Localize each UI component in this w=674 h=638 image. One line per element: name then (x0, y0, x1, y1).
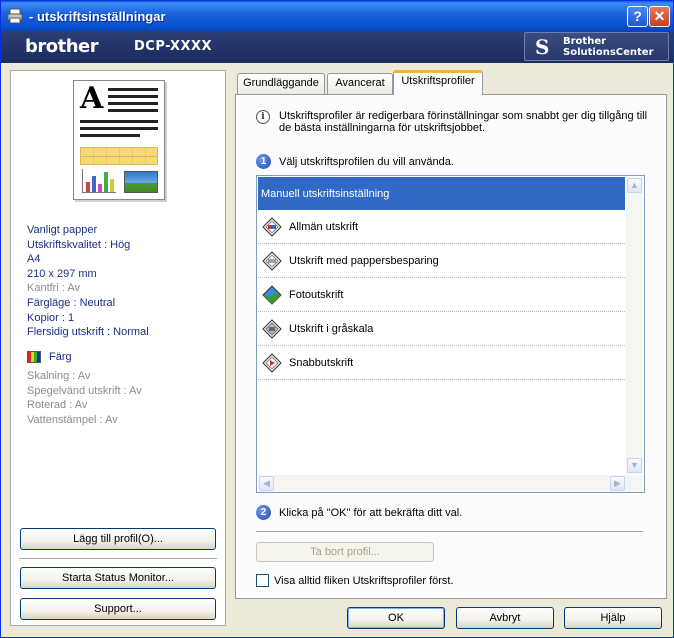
summary-item: Kantfri : Av (27, 282, 80, 295)
tab-print-profiles[interactable]: Utskriftsprofiler (393, 70, 483, 95)
photo-print-icon (262, 285, 282, 305)
solutions-center-button[interactable]: S Brother SolutionsCenter (524, 32, 669, 61)
preview-chart-bar (86, 182, 90, 192)
summary-item: Skalning : Av (27, 370, 91, 382)
page-preview-image: A (73, 80, 165, 200)
step-2-text: Klicka på "OK" för att bekräfta ditt val… (279, 507, 463, 519)
tab-basic[interactable]: Grundläggande (237, 73, 325, 94)
print-profiles-pane: i Utskriftsprofiler är redigerbara förin… (235, 94, 667, 599)
preview-text-line (80, 120, 158, 123)
solutions-center-line1: Brother (563, 36, 607, 47)
list-item-label: Allmän utskrift (289, 221, 359, 233)
list-item[interactable]: Utskrift i gråskala (258, 313, 625, 346)
horizontal-scrollbar[interactable]: ◀ ▶ (258, 475, 643, 492)
settings-summary-panel: A Vanligt papper Utskriftskvalitet : Hög… (10, 70, 226, 626)
list-item-label: Snabbutskrift (289, 357, 354, 369)
color-icon (27, 351, 41, 363)
list-item-label: Utskrift med pappersbesparing (289, 255, 439, 267)
printer-icon (7, 8, 23, 24)
summary-item: A4 (27, 253, 41, 266)
help-title-button[interactable]: ? (627, 6, 648, 27)
list-item-label: Utskrift i gråskala (289, 323, 374, 335)
model-name: DCP-XXXX (134, 39, 213, 54)
vertical-scrollbar[interactable]: ▲ ▼ (626, 177, 643, 474)
quick-print-icon (262, 353, 282, 373)
info-icon: i (256, 110, 270, 124)
preview-chart-bar (92, 176, 96, 192)
step-1-icon: 1 (256, 154, 271, 169)
summary-item: Spegelvänd utskrift : Av (27, 384, 142, 397)
preview-text-line (108, 88, 158, 91)
support-button[interactable]: Support... (20, 598, 216, 620)
preview-text-line (80, 134, 140, 137)
summary-item: Utskriftskvalitet : Hög (27, 238, 131, 251)
cancel-button[interactable]: Avbryt (456, 607, 554, 629)
scroll-right-icon[interactable]: ▶ (610, 476, 625, 491)
status-monitor-button[interactable]: Starta Status Monitor... (20, 567, 216, 589)
solutions-center-label: Brother SolutionsCenter (563, 36, 654, 58)
profile-list[interactable]: Manuell utskriftsinställning Allmän utsk… (256, 175, 645, 493)
summary-item: Roterad : Av (27, 399, 88, 412)
preview-chart (82, 169, 116, 193)
step-2-icon: 2 (256, 505, 271, 520)
summary-active-list: Vanligt papper Utskriftskvalitet : Hög A… (27, 223, 149, 340)
summary-item: Flersidig utskrift : Normal (27, 326, 149, 339)
scroll-down-icon[interactable]: ▼ (627, 458, 642, 473)
always-show-profiles-label[interactable]: Visa alltid fliken Utskriftsprofiler för… (274, 575, 454, 587)
preview-photo (124, 171, 158, 193)
profiles-description: Utskriftsprofiler är redigerbara förinst… (279, 110, 648, 134)
brand-bar: brother DCP-XXXX S Brother SolutionsCent… (1, 31, 673, 63)
always-show-profiles-checkbox[interactable] (256, 574, 269, 587)
preview-text-line (80, 127, 158, 130)
summary-item: 210 x 297 mm (27, 267, 97, 280)
delete-profile-button[interactable]: Ta bort profil... (256, 542, 434, 562)
preview-table-rule (80, 156, 158, 157)
color-mode-row: Färg (27, 351, 72, 363)
preview-chart-bar (98, 184, 102, 192)
title-bar[interactable]: - utskriftsinställningar ? ✕ (1, 1, 673, 31)
summary-item: Färgläge : Neutral (27, 296, 116, 309)
summary-item: Vattenstämpel : Av (27, 413, 118, 426)
grayscale-print-icon (262, 319, 282, 339)
summary-item: Vanligt papper (27, 224, 98, 236)
summary-inactive-list: Skalning : Av Spegelvänd utskrift : Av R… (27, 369, 142, 427)
solutions-center-line2: SolutionsCenter (563, 47, 654, 58)
general-print-icon (262, 217, 282, 237)
list-item-label: Fotoutskrift (289, 289, 344, 301)
scroll-up-icon[interactable]: ▲ (627, 178, 642, 193)
preview-letter: A (80, 81, 104, 116)
window-title: - utskriftsinställningar (29, 9, 166, 24)
step-1-text: Välj utskriftsprofilen du vill använda. (279, 156, 454, 168)
preview-text-line (108, 95, 158, 98)
summary-item: Kopior : 1 (27, 311, 75, 324)
scroll-left-icon[interactable]: ◀ (259, 476, 274, 491)
preview-chart-bar (104, 172, 108, 192)
tab-advanced[interactable]: Avancerat (327, 73, 393, 94)
preview-text-line (108, 102, 158, 105)
color-mode-label: Färg (49, 351, 72, 363)
printer-preferences-dialog: - utskriftsinställningar ? ✕ brother DCP… (0, 0, 674, 638)
solutions-center-icon: S (535, 35, 550, 59)
list-item[interactable]: Manuell utskriftsinställning (258, 177, 625, 210)
add-profile-button[interactable]: Lägg till profil(O)... (20, 528, 216, 550)
list-item[interactable]: Allmän utskrift (258, 211, 625, 244)
list-item[interactable]: Fotoutskrift (258, 279, 625, 312)
divider (19, 558, 217, 560)
ok-button[interactable]: OK (347, 607, 445, 629)
divider (256, 531, 643, 533)
preview-chart-bar (110, 179, 114, 192)
brother-logo: brother (25, 36, 99, 57)
list-item[interactable]: Snabbutskrift (258, 347, 625, 380)
close-button[interactable]: ✕ (649, 6, 670, 27)
preview-text-line (108, 109, 158, 112)
list-item-label: Manuell utskriftsinställning (261, 187, 390, 200)
help-button[interactable]: Hjälp (564, 607, 662, 629)
paper-save-icon (262, 251, 282, 271)
list-item[interactable]: Utskrift med pappersbesparing (258, 245, 625, 278)
